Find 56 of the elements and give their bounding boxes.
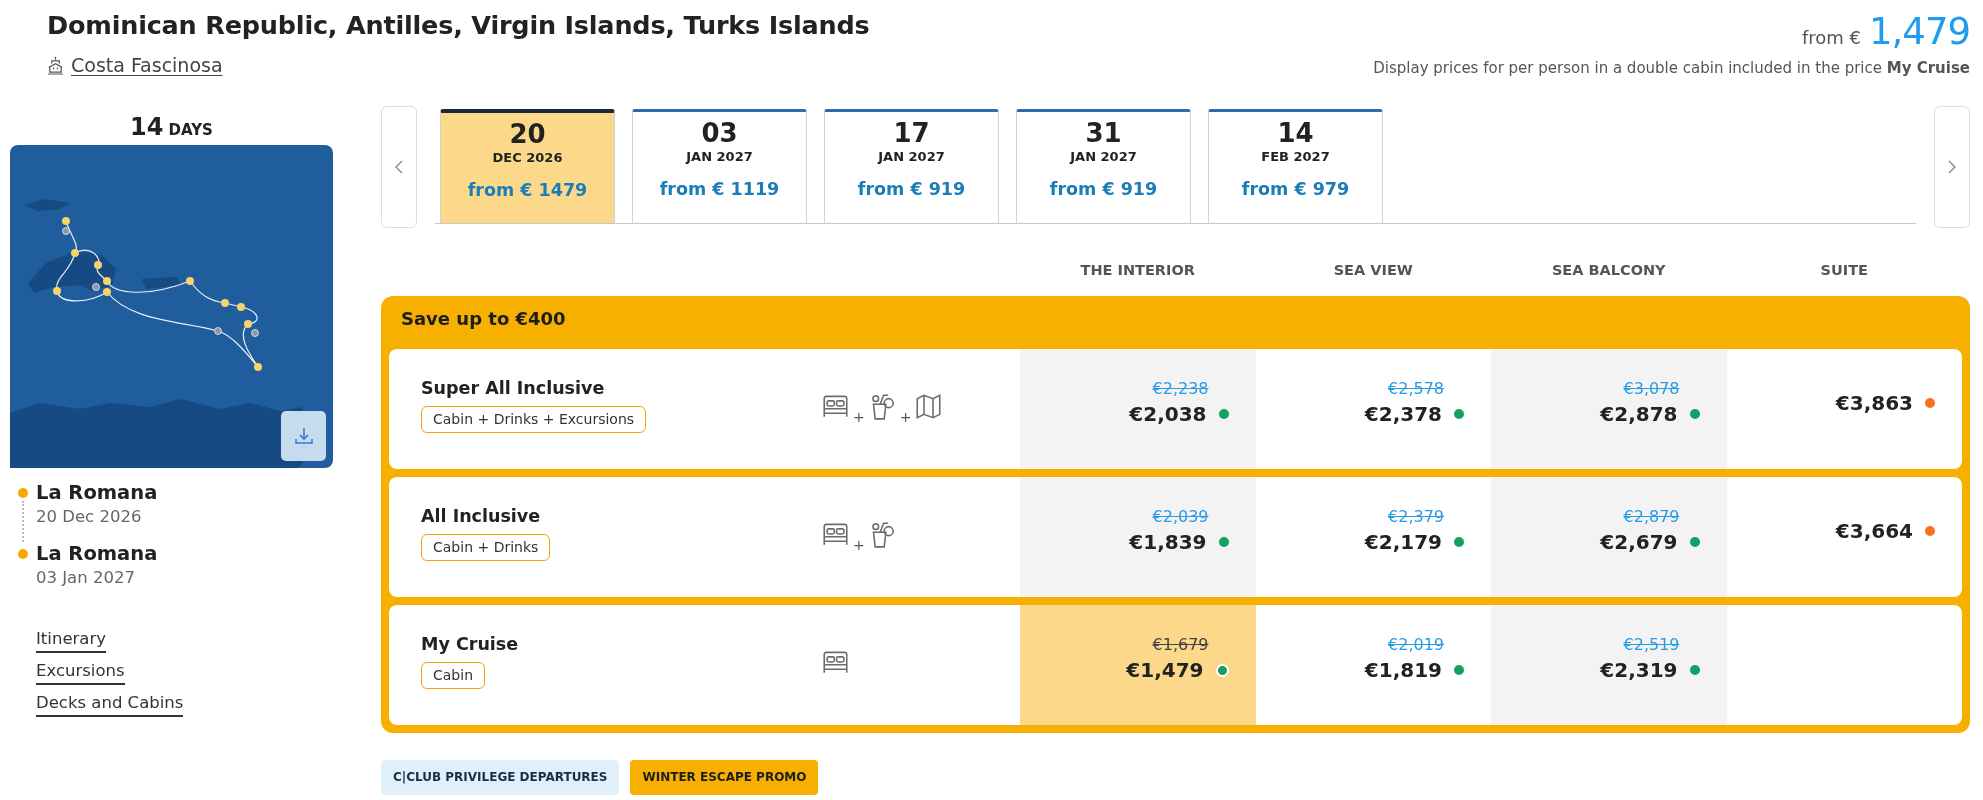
plus-sign: + — [899, 409, 912, 425]
port-date: 20 Dec 2026 — [36, 506, 143, 528]
cruise-duration: 14 DAYS — [129, 112, 214, 142]
plus-sign: + — [853, 409, 865, 425]
chevron-right-icon — [1948, 160, 1956, 174]
date-tab[interactable]: 31 JAN 2027 from € 919 — [1016, 109, 1191, 223]
cruise-title: Dominican Republic, Antilles, Virgin Islands, Turks Islands — [47, 9, 870, 41]
cabin-column-header: SUITE — [1819, 261, 1869, 280]
date-tab[interactable]: 17 JAN 2027 from € 919 — [824, 109, 999, 223]
port-date: 03 Jan 2027 — [36, 567, 136, 589]
price-cell[interactable]: €2,379 €2,179 — [1255, 477, 1491, 597]
map-icon — [915, 392, 943, 420]
section-link[interactable]: Itinerary — [36, 627, 106, 653]
date-tab[interactable]: 03 JAN 2027 from € 1119 — [632, 109, 807, 223]
promo-tag[interactable]: WINTER ESCAPE PROMO — [630, 760, 819, 795]
section-link[interactable]: Excursions — [36, 659, 125, 685]
next-button[interactable] — [1934, 106, 1970, 228]
ship-icon — [47, 55, 64, 75]
download-button[interactable] — [281, 411, 326, 461]
timeline-dot-icon — [18, 549, 28, 559]
port-name: La Romana — [36, 481, 158, 505]
timeline-dot-icon — [18, 488, 28, 498]
offer-name: All Inclusive — [421, 504, 541, 528]
offer-badge: Cabin + Drinks — [421, 533, 551, 561]
port-name: La Romana — [36, 542, 158, 566]
chevron-left-icon — [395, 160, 403, 174]
previous-button[interactable] — [381, 106, 417, 228]
cabin-column-header: SEA BALCONY — [1550, 261, 1667, 280]
lowest-price: 1,479 — [1869, 9, 1970, 55]
section-link[interactable]: Decks and Cabins — [36, 691, 184, 717]
savings-title: Save up to €400 — [401, 306, 566, 331]
from-label: from € — [1802, 27, 1862, 48]
price-cell[interactable]: €3,863 — [1726, 349, 1962, 469]
cabin-column-header: THE INTERIOR — [1079, 261, 1196, 280]
price-note: Display prices for per person in a double cabin included in the price My Cruise — [1373, 59, 1970, 77]
offer-badge: Cabin + Drinks + Excursions — [421, 405, 647, 433]
price-cell[interactable]: €2,039 €1,839 — [1020, 477, 1256, 597]
download-icon — [293, 426, 314, 446]
price-cell[interactable]: €1,679 €1,479 — [1020, 605, 1256, 725]
ship-link[interactable]: Costa Fascinosa — [47, 53, 223, 77]
price-cell[interactable]: €2,238 €2,038 — [1020, 349, 1256, 469]
cabin-column-header: SEA VIEW — [1332, 261, 1414, 280]
price-cell[interactable]: €2,879 €2,679 — [1491, 477, 1727, 597]
offer-name: Super All Inclusive — [421, 376, 605, 400]
plus-sign: + — [853, 537, 865, 553]
date-tab[interactable]: 14 FEB 2027 from € 979 — [1208, 109, 1383, 223]
offer-name: My Cruise — [421, 632, 519, 656]
price-cell[interactable]: €2,578 €2,378 — [1255, 349, 1491, 469]
promo-tag[interactable]: C|CLUB PRIVILEGE DEPARTURES — [381, 760, 620, 795]
timeline-connector — [22, 501, 24, 542]
price-cell[interactable]: €3,664 — [1726, 477, 1962, 597]
price-cell[interactable]: €3,078 €2,878 — [1491, 349, 1727, 469]
price-cell[interactable]: €2,019 €1,819 — [1255, 605, 1491, 725]
date-tab[interactable]: 20 DEC 2026 from € 1479 — [440, 109, 615, 223]
offer-badge: Cabin — [421, 661, 485, 689]
price-cell[interactable]: €2,519 €2,319 — [1491, 605, 1727, 725]
